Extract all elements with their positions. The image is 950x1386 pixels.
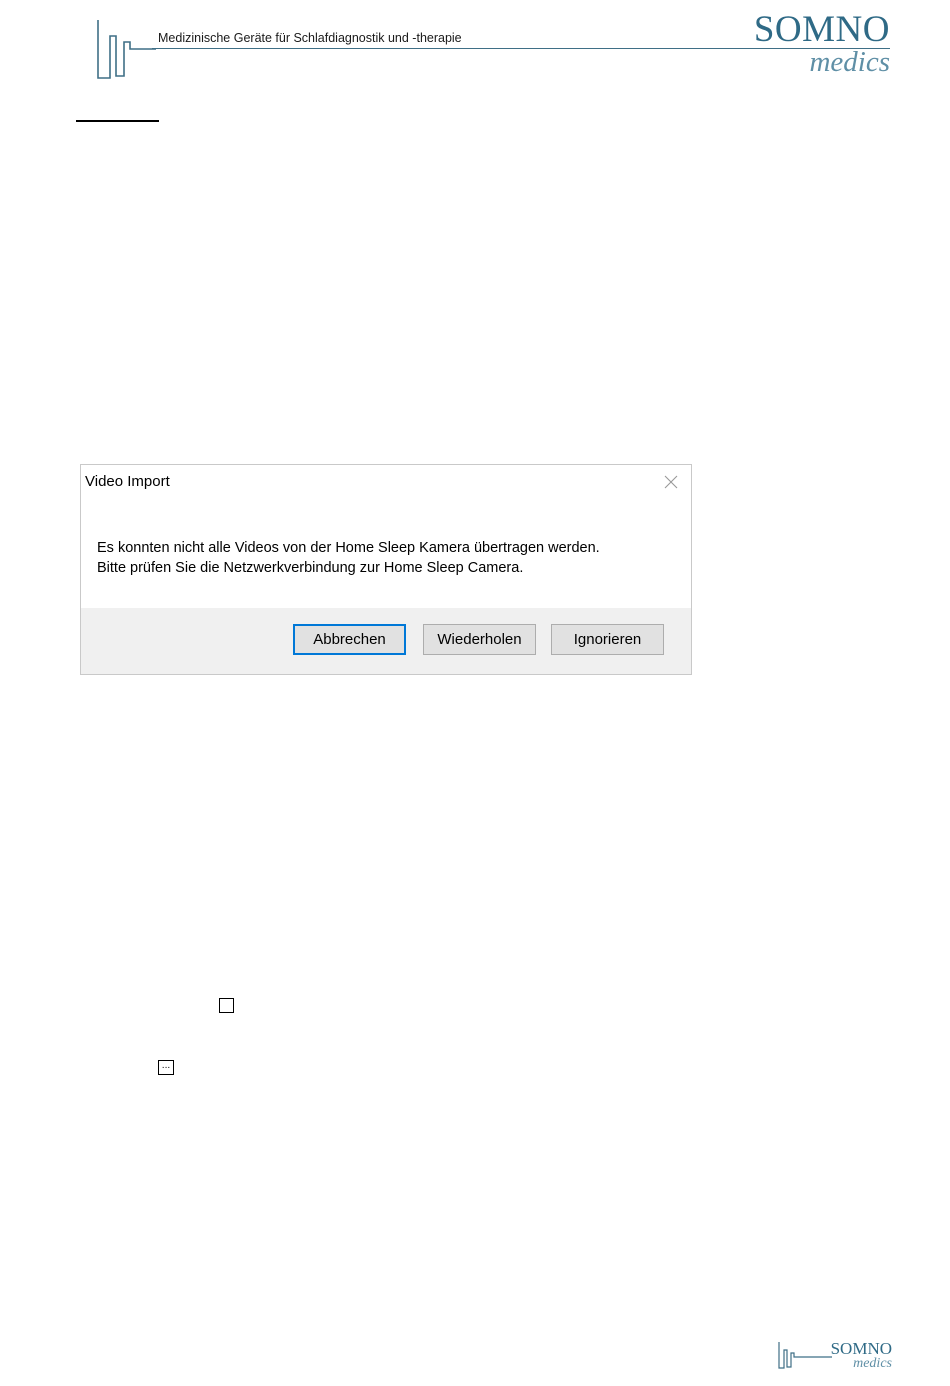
dialog-title: Video Import [85,473,170,490]
dialog-button-bar: Abbrechen Wiederholen Ignorieren [81,608,691,674]
footer-brand-medics: medics [853,1356,892,1371]
footer-brand-logo: SOMNO medics [831,1340,892,1371]
video-import-dialog: Video Import Es konnten nicht alle Video… [80,464,692,675]
somnomedics-logo-mark-icon [97,20,156,79]
brand-somno: SOMNO [753,9,890,50]
header-tagline: Medizinische Geräte für Schlafdiagnostik… [158,31,462,45]
ellipsis-button-icon: ... [158,1060,174,1075]
close-icon[interactable] [663,474,679,490]
dialog-message-line-1: Es konnten nicht alle Videos von der Hom… [97,540,600,556]
section-underline [76,120,159,122]
ignore-button[interactable]: Ignorieren [551,624,664,655]
dialog-message: Es konnten nicht alle Videos von der Hom… [97,538,600,578]
footer-brand-somno: SOMNO [830,1339,892,1358]
dialog-message-line-2: Bitte prüfen Sie die Netzwerkverbindung … [97,560,524,576]
retry-button[interactable]: Wiederholen [423,624,536,655]
brand-medics: medics [809,46,890,78]
footer-logo-mark-icon [778,1342,832,1369]
checkbox-icon [219,998,234,1013]
brand-logo: SOMNO medics [753,9,890,78]
abort-button[interactable]: Abbrechen [293,624,406,655]
